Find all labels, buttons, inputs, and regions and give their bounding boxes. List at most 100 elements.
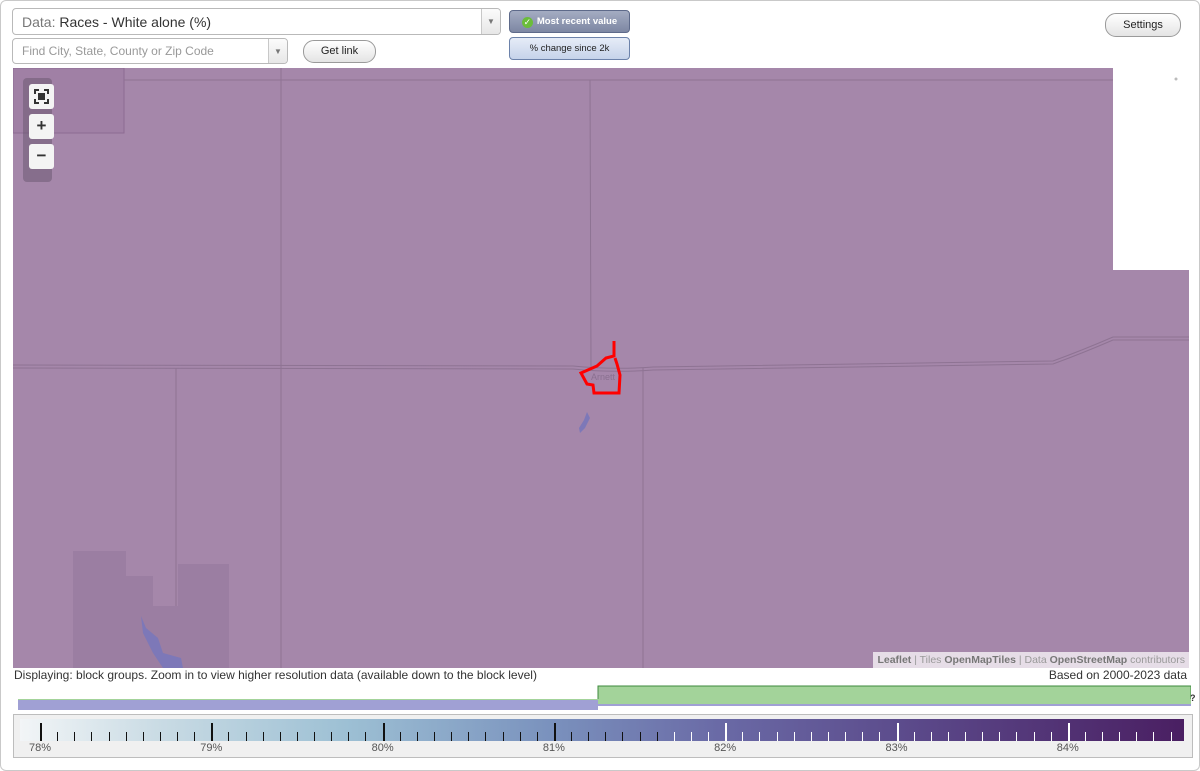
tiles-prefix: Tiles (919, 654, 942, 666)
legend-minor-tick (656, 732, 658, 741)
legend-major-tick (553, 723, 556, 741)
map-attribution: Leaflet | Tiles OpenMapTiles | Data Open… (873, 652, 1189, 668)
water-body (579, 412, 590, 433)
legend-minor-tick (468, 732, 470, 741)
place-label: Arnett (591, 372, 616, 382)
most-recent-value-label: Most recent value (536, 16, 618, 27)
legend-minor-tick (142, 732, 144, 741)
percent-change-button[interactable]: % change since 2k (509, 37, 630, 60)
most-recent-value-button[interactable]: ✓ Most recent value (509, 10, 630, 33)
data-years-note: Based on 2000-2023 data (1048, 668, 1187, 682)
legend-minor-tick (502, 732, 504, 741)
legend-minor-tick (1102, 732, 1104, 741)
legend-major-tick (211, 723, 214, 741)
legend-color-ramp (20, 719, 1184, 741)
legend-minor-tick (416, 732, 418, 741)
legend-minor-tick (571, 732, 573, 741)
legend-minor-tick (451, 732, 453, 741)
legend-minor-tick (485, 732, 487, 741)
coverage-bar-line (598, 704, 1191, 706)
openstreetmap-link[interactable]: OpenStreetMap (1050, 654, 1128, 666)
legend-minor-tick (228, 732, 230, 741)
legend-minor-tick (879, 732, 881, 741)
legend-tick-label: 80% (371, 742, 394, 754)
data-select[interactable]: Data: Races - White alone (%) ▼ (12, 8, 501, 35)
legend-minor-tick (999, 732, 1001, 741)
legend-minor-tick (348, 732, 350, 741)
get-link-button[interactable]: Get link (303, 40, 376, 63)
legend-minor-tick (793, 732, 795, 741)
search-placeholder: Find City, State, County or Zip Code (22, 44, 214, 58)
legend-minor-tick (965, 732, 967, 741)
fullscreen-icon[interactable] (29, 84, 54, 109)
legend-minor-tick (776, 732, 778, 741)
data-coverage-histogram (18, 685, 1191, 710)
legend-minor-tick (1170, 732, 1172, 741)
location-search-input[interactable]: Find City, State, County or Zip Code ▼ (12, 38, 288, 64)
data-prefix-label: Data: (22, 14, 56, 30)
help-icon[interactable]: ? (1190, 693, 1196, 703)
legend-minor-tick (365, 732, 367, 741)
legend-minor-tick (177, 732, 179, 741)
legend-minor-tick (742, 732, 744, 741)
legend-minor-tick (622, 732, 624, 741)
map-layer (13, 68, 1189, 668)
legend-major-tick (725, 723, 728, 741)
legend-minor-tick (296, 732, 298, 741)
no-data-area (1113, 68, 1189, 270)
zoom-in-button[interactable]: + (29, 114, 54, 139)
legend-minor-tick (1153, 732, 1155, 741)
legend-minor-tick (159, 732, 161, 741)
legend-tick-label: 82% (714, 742, 737, 754)
legend-minor-tick (673, 732, 675, 741)
legend-tick-label: 79% (200, 742, 223, 754)
legend-minor-tick (862, 732, 864, 741)
legend-minor-tick (262, 732, 264, 741)
legend-minor-tick (1136, 732, 1138, 741)
settings-button[interactable]: Settings (1105, 13, 1181, 37)
chevron-down-icon[interactable]: ▼ (268, 39, 287, 63)
legend-minor-tick (279, 732, 281, 741)
check-icon: ✓ (521, 17, 533, 28)
fullscreen-icon-graphic (34, 89, 49, 104)
leaflet-link[interactable]: Leaflet (877, 654, 911, 666)
legend-minor-tick (125, 732, 127, 741)
legend-major-tick (382, 723, 385, 741)
legend-minor-tick (194, 732, 196, 741)
legend-minor-tick (91, 732, 93, 741)
legend-minor-tick (947, 732, 949, 741)
legend-minor-tick (1050, 732, 1052, 741)
legend-minor-tick (1084, 732, 1086, 741)
map-canvas[interactable]: Arnett + − Leaflet | Tiles OpenMapTiles … (13, 68, 1189, 668)
legend-minor-tick (519, 732, 521, 741)
app-window: Data: Races - White alone (%) ▼ Find Cit… (0, 0, 1200, 771)
block-group-area (73, 551, 229, 668)
coverage-bar-recent (18, 685, 1191, 701)
legend-minor-tick (1016, 732, 1018, 741)
legend-tick-label: 84% (1056, 742, 1079, 754)
legend-minor-tick (108, 732, 110, 741)
legend-minor-tick (1119, 732, 1121, 741)
legend-minor-tick (827, 732, 829, 741)
legend-major-tick (896, 723, 899, 741)
zoom-out-button[interactable]: − (29, 144, 54, 169)
data-select-text: Data: Races - White alone (%) (22, 9, 211, 35)
legend-minor-tick (74, 732, 76, 741)
legend-minor-tick (588, 732, 590, 741)
legend-minor-tick (810, 732, 812, 741)
legend-minor-tick (690, 732, 692, 741)
legend-minor-tick (331, 732, 333, 741)
legend-minor-tick (399, 732, 401, 741)
color-legend: 78% 79% 80% 81% 82% 83% 84% (13, 714, 1193, 758)
map-dot (1174, 77, 1178, 81)
legend-minor-tick (245, 732, 247, 741)
openmaptiles-link[interactable]: OpenMapTiles (944, 654, 1016, 666)
contributors-text: contributors (1130, 654, 1185, 666)
legend-tick-label: 78% (28, 742, 52, 754)
legend-minor-tick (605, 732, 607, 741)
data-prefix: Data (1024, 654, 1047, 666)
legend-minor-tick (536, 732, 538, 741)
coverage-bar-older (18, 700, 598, 710)
chevron-down-icon[interactable]: ▼ (481, 9, 500, 34)
legend-minor-tick (314, 732, 316, 741)
